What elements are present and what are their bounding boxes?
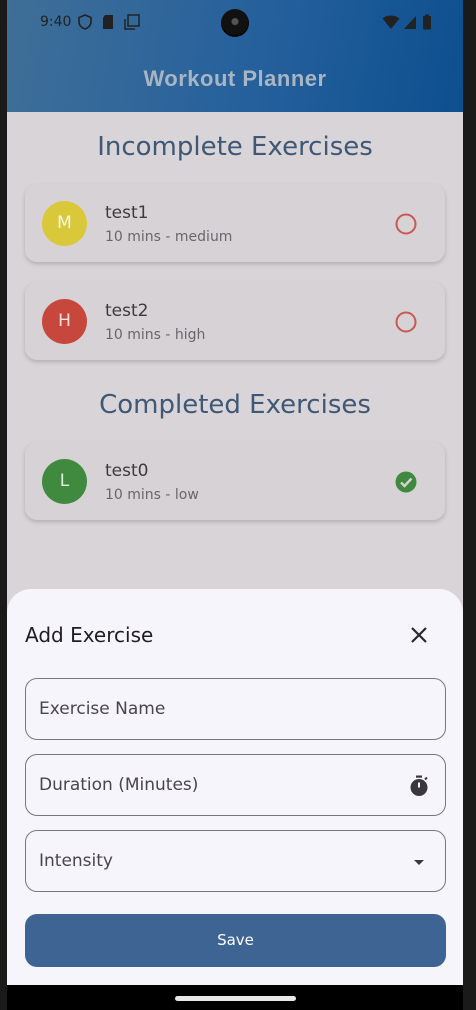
intensity-avatar: M — [42, 201, 87, 246]
exercise-name: test2 — [105, 301, 149, 321]
exercise-detail: 10 mins - medium — [105, 229, 233, 245]
system-nav-bar — [7, 985, 463, 1010]
incomplete-section-title: Incomplete Exercises — [97, 132, 373, 162]
wifi-icon — [382, 15, 400, 29]
intensity-dropdown[interactable]: Intensity — [25, 830, 446, 892]
save-button[interactable]: Save — [25, 914, 446, 967]
duration-field[interactable]: Duration (Minutes) — [25, 754, 446, 816]
intensity-label: Intensity — [39, 851, 113, 871]
exercise-name: test1 — [105, 203, 149, 223]
close-icon[interactable] — [408, 624, 430, 646]
completed-section-title: Completed Exercises — [99, 390, 371, 420]
exercise-detail: 10 mins - low — [105, 487, 199, 503]
exercise-name-field[interactable]: Exercise Name — [25, 678, 446, 740]
exercise-card-test2[interactable]: H test2 10 mins - high — [25, 282, 445, 360]
recent-apps-icon — [124, 14, 140, 30]
home-indicator[interactable] — [175, 996, 296, 1001]
check-circle-icon[interactable] — [395, 471, 417, 493]
exercise-name-label: Exercise Name — [39, 699, 166, 719]
sheet-title: Add Exercise — [25, 623, 154, 647]
signal-icon — [404, 16, 416, 29]
add-exercise-sheet: Add Exercise Exercise Name Duration (Min… — [7, 589, 463, 985]
app-bar: 9:40 Workout Planner — [7, 0, 463, 112]
unchecked-circle-icon[interactable] — [395, 213, 417, 235]
intensity-avatar: L — [42, 459, 87, 504]
exercise-name: test0 — [105, 461, 149, 481]
unchecked-circle-icon[interactable] — [395, 311, 417, 333]
battery-icon — [423, 14, 431, 30]
sim-card-icon — [103, 15, 113, 29]
duration-label: Duration (Minutes) — [39, 775, 199, 795]
intensity-avatar: H — [42, 299, 87, 344]
status-bar: 9:40 — [7, 0, 463, 46]
exercise-detail: 10 mins - high — [105, 327, 206, 343]
shield-icon — [78, 14, 92, 30]
app-title: Workout Planner — [143, 66, 327, 91]
exercise-card-test1[interactable]: M test1 10 mins - medium — [25, 184, 445, 262]
dropdown-arrow-icon — [414, 860, 424, 865]
exercise-card-test0[interactable]: L test0 10 mins - low — [25, 442, 445, 520]
front-camera — [221, 9, 249, 37]
timer-icon — [410, 775, 428, 796]
app-screen: 9:40 Workout Planner Incomplete Exercise… — [7, 0, 463, 1010]
status-time: 9:40 — [40, 14, 72, 30]
